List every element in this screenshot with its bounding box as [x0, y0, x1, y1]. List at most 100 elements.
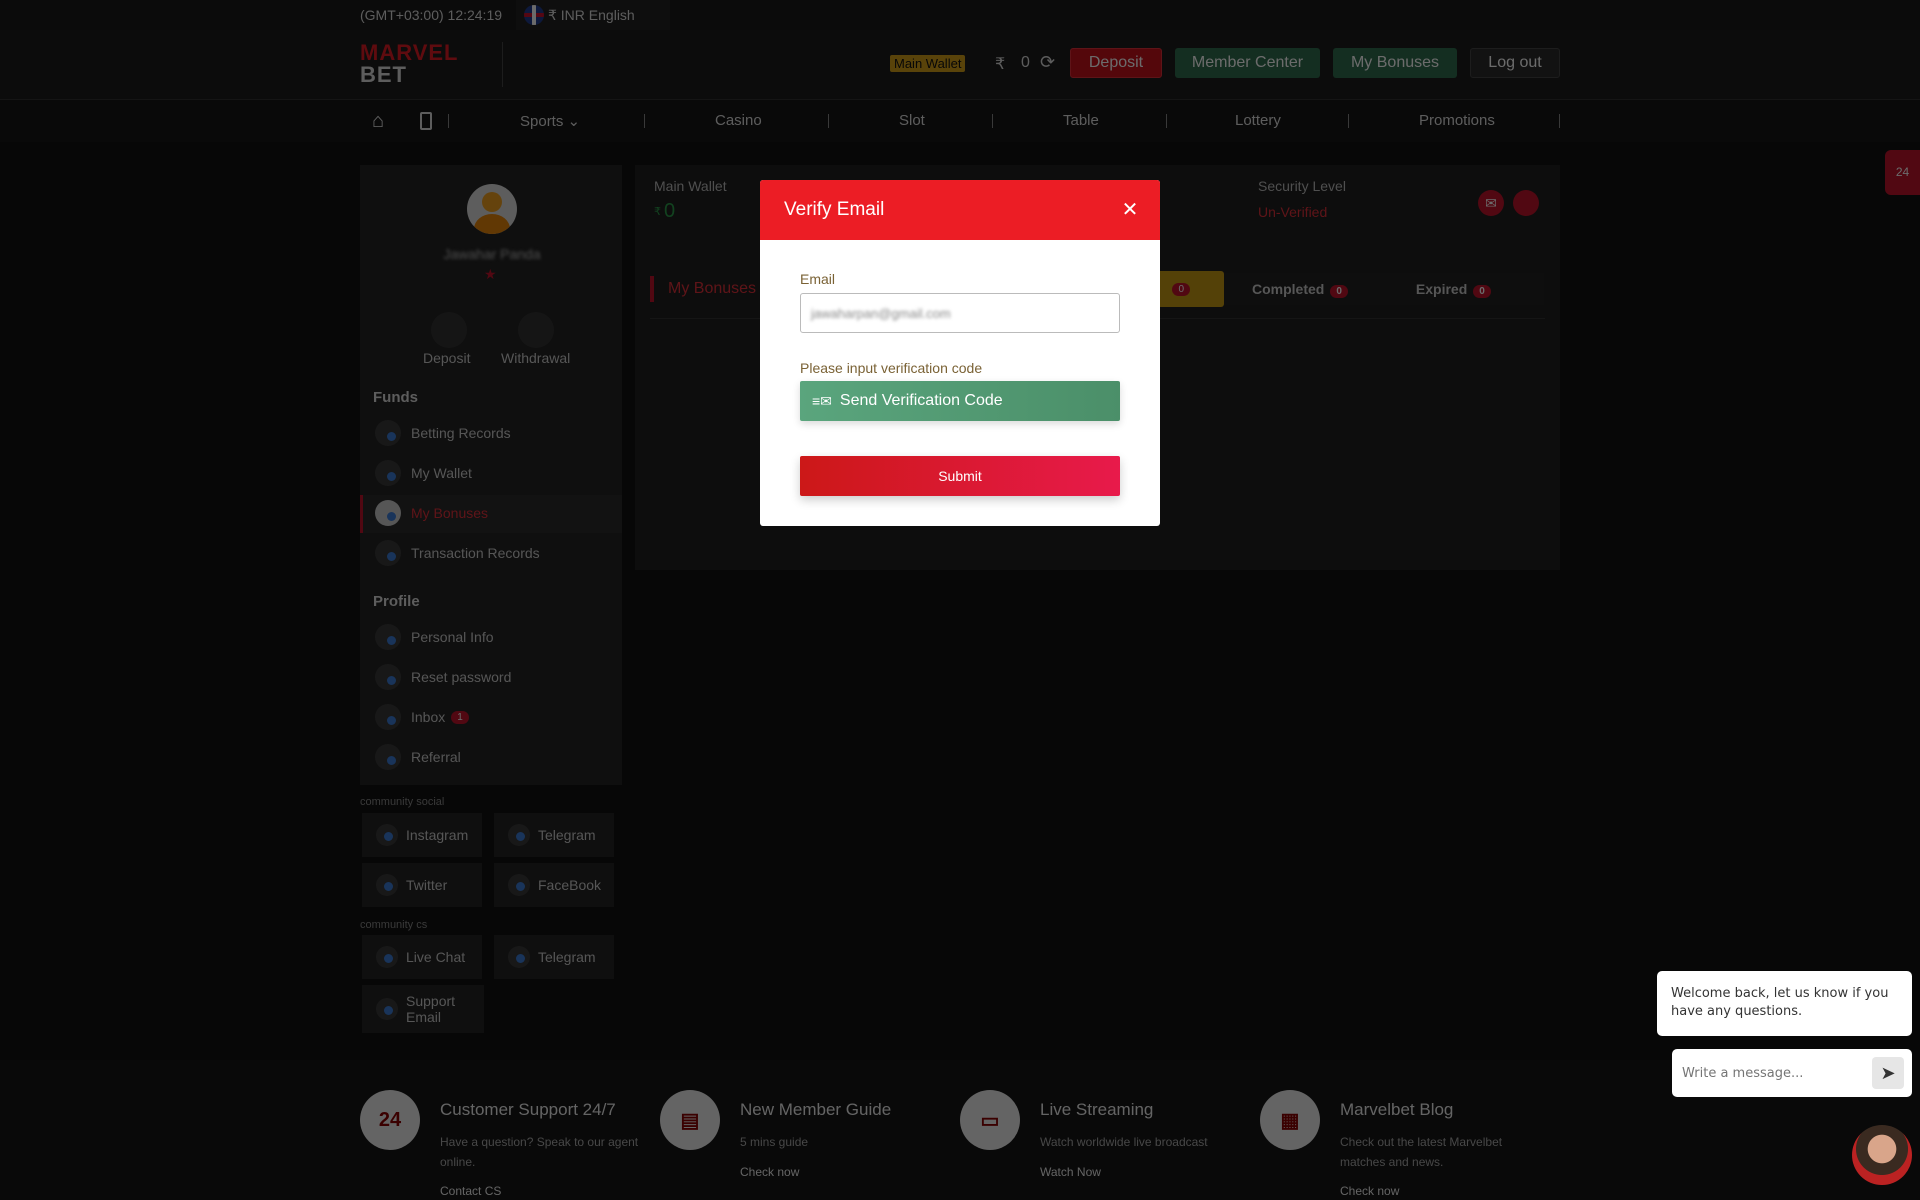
bonuses-title: My Bonuses — [668, 280, 757, 297]
modal-title: Verify Email — [784, 199, 885, 220]
nav-table[interactable]: Table — [1063, 112, 1099, 129]
sidebar-item-transaction-records[interactable]: Transaction Records — [375, 538, 540, 568]
code-label: Please input verification code — [800, 360, 983, 376]
send-verification-code-button[interactable]: ≡✉ Send Verification Code — [800, 381, 1120, 421]
bonus-tabs: Completed 0 Expired 0 — [1224, 273, 1544, 305]
social-facebook[interactable]: FaceBook — [494, 863, 614, 907]
close-icon[interactable]: ✕ — [1120, 200, 1140, 220]
twitter-icon — [376, 874, 398, 896]
footer-title: New Member Guide — [740, 1100, 892, 1119]
divider — [502, 42, 503, 87]
community-cs-heading: community cs — [360, 919, 428, 931]
sidebar-item-label: My Bonuses — [411, 505, 489, 521]
social-instagram[interactable]: Instagram — [362, 813, 482, 857]
sidebar-item-personal-info[interactable]: Personal Info — [375, 622, 494, 652]
sidebar-item-reset-password[interactable]: Reset password — [375, 662, 511, 692]
member-center-button[interactable]: Member Center — [1175, 48, 1320, 78]
withdrawal-icon[interactable] — [518, 312, 554, 348]
tab-completed[interactable]: Completed 0 — [1252, 281, 1348, 298]
footer-title: Customer Support 24/7 — [440, 1100, 616, 1119]
my-bonuses-button[interactable]: My Bonuses — [1333, 48, 1457, 78]
betting-records-icon — [375, 420, 401, 446]
wallet-currency: ₹ — [654, 206, 661, 218]
nav-lottery[interactable]: Lottery — [1235, 112, 1281, 129]
personal-info-icon — [375, 624, 401, 650]
sidebar-item-label: My Wallet — [411, 465, 472, 481]
chat-message-input[interactable] — [1682, 1061, 1862, 1085]
social-label: Twitter — [406, 877, 448, 893]
divider — [644, 114, 645, 128]
main-wallet-badge: Main Wallet — [890, 55, 966, 72]
chat-welcome-bubble: Welcome back, let us know if you have an… — [1657, 971, 1912, 1036]
referral-icon — [375, 744, 401, 770]
divider — [1166, 114, 1167, 128]
refresh-icon[interactable]: ⟳ — [1040, 52, 1055, 73]
home-icon[interactable]: ⌂ — [372, 110, 384, 133]
support-24-icon: 24 — [360, 1090, 420, 1150]
submit-button[interactable]: Submit — [800, 456, 1120, 496]
divider — [448, 114, 449, 128]
divider — [1348, 114, 1349, 128]
nav-slot[interactable]: Slot — [899, 112, 925, 129]
cs-live-chat[interactable]: Live Chat — [362, 935, 482, 979]
footer-sub: Check out the latest Marvelbet matches a… — [1340, 1135, 1503, 1169]
sidebar-item-referral[interactable]: Referral — [375, 742, 461, 772]
locale-label: ₹ INR English — [548, 6, 635, 23]
sidebar-item-label: Reset password — [411, 669, 512, 685]
sidebar-item-my-bonuses[interactable]: My Bonuses — [375, 498, 488, 528]
email-verify-icon[interactable]: ✉ — [1478, 190, 1504, 216]
browser-icon: ▭ — [960, 1090, 1020, 1150]
logout-button[interactable]: Log out — [1470, 48, 1560, 78]
contact-cs-link[interactable]: Contact CS — [440, 1184, 501, 1198]
lock-icon — [375, 664, 401, 690]
nav-casino[interactable]: Casino — [715, 112, 762, 129]
guide-link[interactable]: Check now — [740, 1165, 799, 1179]
telegram-icon — [508, 824, 530, 846]
footer-sub: 5 mins guide — [740, 1135, 809, 1149]
verify-email-modal: Verify Email ✕ Email jawaharpan@gmail.co… — [760, 180, 1160, 526]
sidebar-withdrawal[interactable]: Withdrawal — [501, 350, 570, 366]
social-telegram[interactable]: Telegram — [494, 813, 614, 857]
instagram-icon — [376, 824, 398, 846]
tab-expired[interactable]: Expired 0 — [1416, 281, 1491, 298]
sidebar-item-inbox[interactable]: Inbox 1 — [375, 702, 469, 732]
clock: (GMT+03:00) 12:24:19 — [360, 7, 503, 23]
security-level-label: Security Level — [1258, 178, 1346, 194]
mobile-icon[interactable] — [420, 112, 432, 130]
social-twitter[interactable]: Twitter — [362, 863, 482, 907]
nav-promotions[interactable]: Promotions — [1419, 112, 1495, 129]
watch-now-link[interactable]: Watch Now — [1040, 1165, 1101, 1179]
locale-selector[interactable]: ₹ INR English — [516, 0, 670, 30]
footer-sub: Have a question? Speak to our agent onli… — [440, 1135, 639, 1169]
sidebar-item-label: Betting Records — [411, 425, 511, 441]
send-icon[interactable]: ➤ — [1872, 1057, 1904, 1089]
chat-agent-avatar[interactable] — [1852, 1125, 1912, 1185]
community-social-heading: community social — [360, 796, 445, 808]
cs-telegram[interactable]: Telegram — [494, 935, 614, 979]
email-field[interactable]: jawaharpan@gmail.com — [800, 293, 1120, 333]
blog-link[interactable]: Check now — [1340, 1184, 1399, 1198]
avatar — [467, 184, 517, 234]
tab-count: 0 — [1172, 282, 1190, 296]
main-nav — [0, 100, 1920, 142]
footer-sub: Watch worldwide live broadcast — [1040, 1135, 1208, 1149]
phone-verify-icon[interactable] — [1513, 190, 1539, 216]
sidebar-item-label: Transaction Records — [411, 545, 540, 561]
nav-sports[interactable]: Sports ⌄ — [520, 112, 580, 130]
email-label: Email — [800, 271, 836, 287]
sidebar-item-label: Inbox — [411, 709, 446, 725]
sidebar-item-betting-records[interactable]: Betting Records — [375, 418, 511, 448]
cs-support-email[interactable]: Support Email — [362, 985, 484, 1033]
deposit-icon[interactable] — [431, 312, 467, 348]
profile-heading: Profile — [373, 593, 420, 610]
sidebar-item-my-wallet[interactable]: My Wallet — [375, 458, 472, 488]
sidebar-deposit[interactable]: Deposit — [423, 350, 470, 366]
email-icon — [376, 998, 398, 1020]
modal-header: Verify Email ✕ — [760, 180, 1160, 240]
support-24-tab[interactable]: 24 — [1885, 150, 1920, 195]
cs-label: Telegram — [538, 949, 596, 965]
deposit-button[interactable]: Deposit — [1070, 48, 1162, 78]
inbox-icon — [375, 704, 401, 730]
security-level-value: Un-Verified — [1258, 204, 1328, 220]
logo[interactable]: MARVEL BET — [360, 42, 459, 86]
